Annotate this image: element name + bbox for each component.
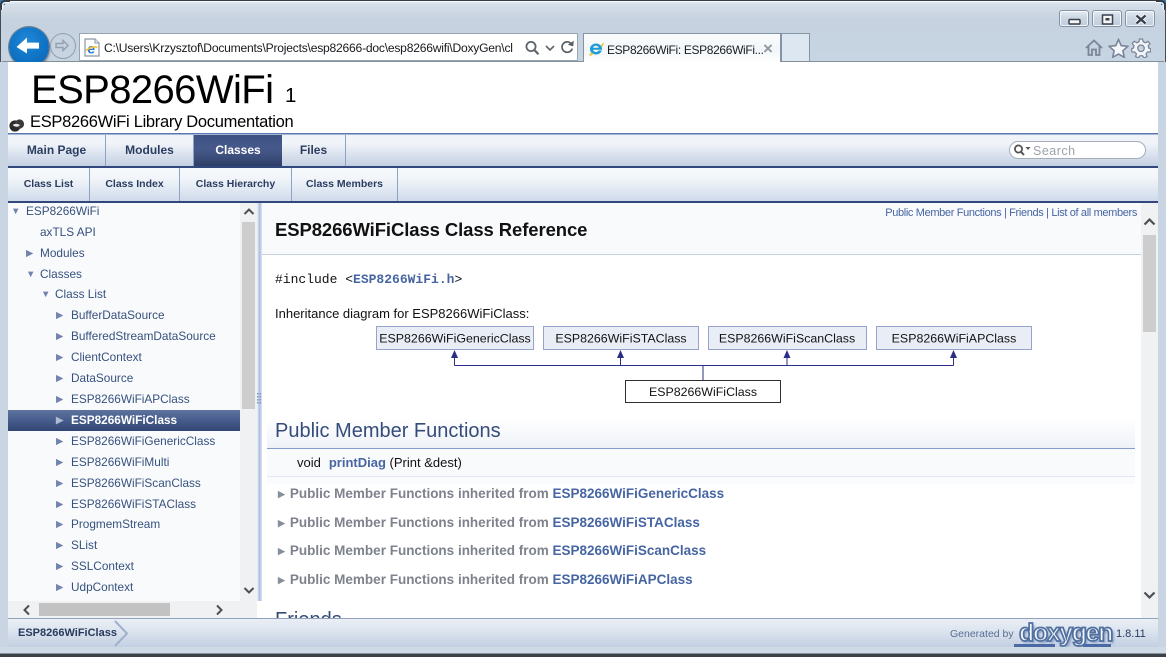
svg-text:ESP8266WiFiAPClass: ESP8266WiFiAPClass	[892, 332, 1017, 346]
svg-text:ESP8266WiFiScanClass: ESP8266WiFiScanClass	[719, 332, 855, 346]
svg-text:ESP8266WiFiSTAClass: ESP8266WiFiSTAClass	[555, 332, 686, 346]
svg-text:ESP8266WiFiClass: ESP8266WiFiClass	[649, 385, 757, 399]
svg-text:ESP8266WiFiGenericClass: ESP8266WiFiGenericClass	[379, 332, 531, 346]
